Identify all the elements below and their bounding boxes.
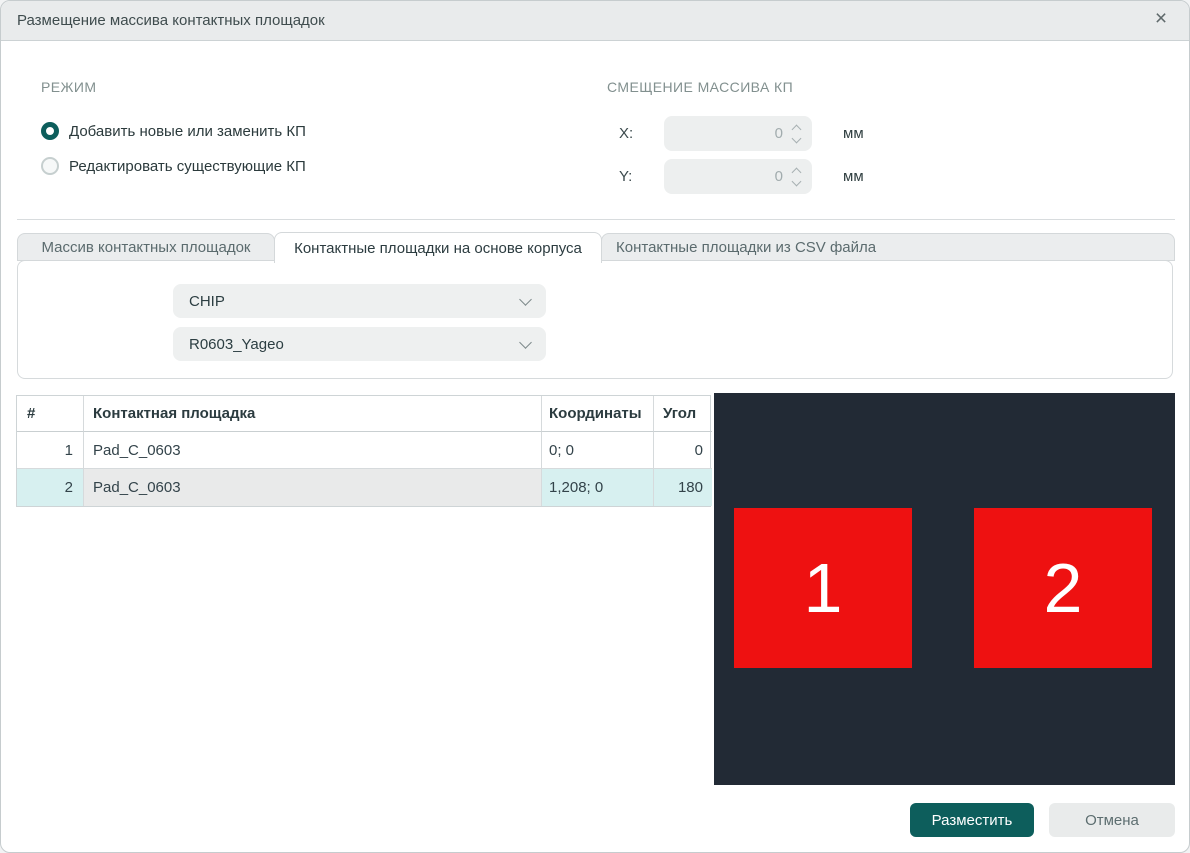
offset-y-value: 0 [678,168,793,185]
pad-preview-canvas[interactable]: 1 2 [714,393,1175,785]
tab-pads-from-csv[interactable]: Контактные площадки из CSV файла [601,233,1175,261]
radio-option-label: Добавить новые или заменить КП [69,123,306,140]
row-pad-cell[interactable]: Pad_C_0603 [84,432,542,469]
row-angle-cell[interactable]: 0 [654,432,712,469]
column-header-number: # [17,396,84,432]
radio-option-add-new[interactable]: Добавить новые или заменить КП [41,120,306,142]
pad-number: 1 [804,553,843,623]
column-header-coordinates: Координаты [542,396,654,432]
tab-label: Массив контактных площадок [42,239,251,256]
pads-table: # Контактная площадка Координаты Угол 1 … [16,395,711,507]
tab-pad-array[interactable]: Массив контактных площадок [17,233,275,261]
tab-label: Контактные площадки на основе корпуса [294,240,582,257]
row-number-cell[interactable]: 1 [17,432,84,469]
tab-pads-from-package[interactable]: Контактные площадки на основе корпуса [274,232,602,263]
offset-x-unit: мм [843,125,864,142]
dialog-titlebar: Размещение массива контактных площадок × [1,1,1189,41]
offset-x-label: X: [619,125,633,142]
offset-y-label: Y: [619,168,632,185]
chevron-down-icon [519,336,532,349]
row-pad-cell[interactable]: Pad_C_0603 [84,469,542,506]
offset-x-spinner[interactable]: 0 [664,116,812,151]
pad-number: 2 [1044,553,1083,623]
radio-option-label: Редактировать существующие КП [69,158,306,175]
offset-y-unit: мм [843,168,864,185]
place-button[interactable]: Разместить [910,803,1034,837]
package-type-dropdown[interactable]: CHIP [173,284,546,318]
table-row[interactable]: 1 Pad_C_0603 0; 0 0 [17,432,710,469]
row-coordinates-cell[interactable]: 0; 0 [542,432,654,469]
section-divider [17,219,1175,220]
offset-y-spinner[interactable]: 0 [664,159,812,194]
package-value: R0603_Yageo [189,336,521,353]
table-row-selected[interactable]: 2 Pad_C_0603 1,208; 0 180 [17,469,710,506]
column-header-pad: Контактная площадка [84,396,542,432]
pad-array-placement-dialog: Размещение массива контактных площадок ×… [0,0,1190,853]
preview-pad-1[interactable]: 1 [734,508,912,668]
package-type-value: CHIP [189,293,521,310]
cancel-button[interactable]: Отмена [1049,803,1175,837]
radio-selected-icon[interactable] [41,122,59,140]
package-dropdown[interactable]: R0603_Yageo [173,327,546,361]
offset-x-value: 0 [678,125,793,142]
spinner-arrows-icon[interactable] [793,126,800,142]
dialog-title: Размещение массива контактных площадок [17,12,325,29]
offset-section-header: СМЕЩЕНИЕ МАССИВА КП [607,79,793,95]
row-number-cell[interactable]: 2 [17,469,84,506]
column-header-angle: Угол [654,396,712,432]
package-form-panel [17,260,1173,379]
preview-pad-2[interactable]: 2 [974,508,1152,668]
tab-label: Контактные площадки из CSV файла [616,239,876,256]
chevron-down-icon [519,293,532,306]
row-angle-cell[interactable]: 180 [654,469,712,506]
table-header-row: # Контактная площадка Координаты Угол [17,396,710,432]
row-coordinates-cell[interactable]: 1,208; 0 [542,469,654,506]
tab-bar: Массив контактных площадок Контактные пл… [17,232,1175,263]
spinner-arrows-icon[interactable] [793,169,800,185]
radio-unselected-icon[interactable] [41,157,59,175]
close-icon[interactable]: × [1149,9,1173,33]
radio-option-edit-existing[interactable]: Редактировать существующие КП [41,155,306,177]
mode-section-header: РЕЖИМ [41,79,96,95]
